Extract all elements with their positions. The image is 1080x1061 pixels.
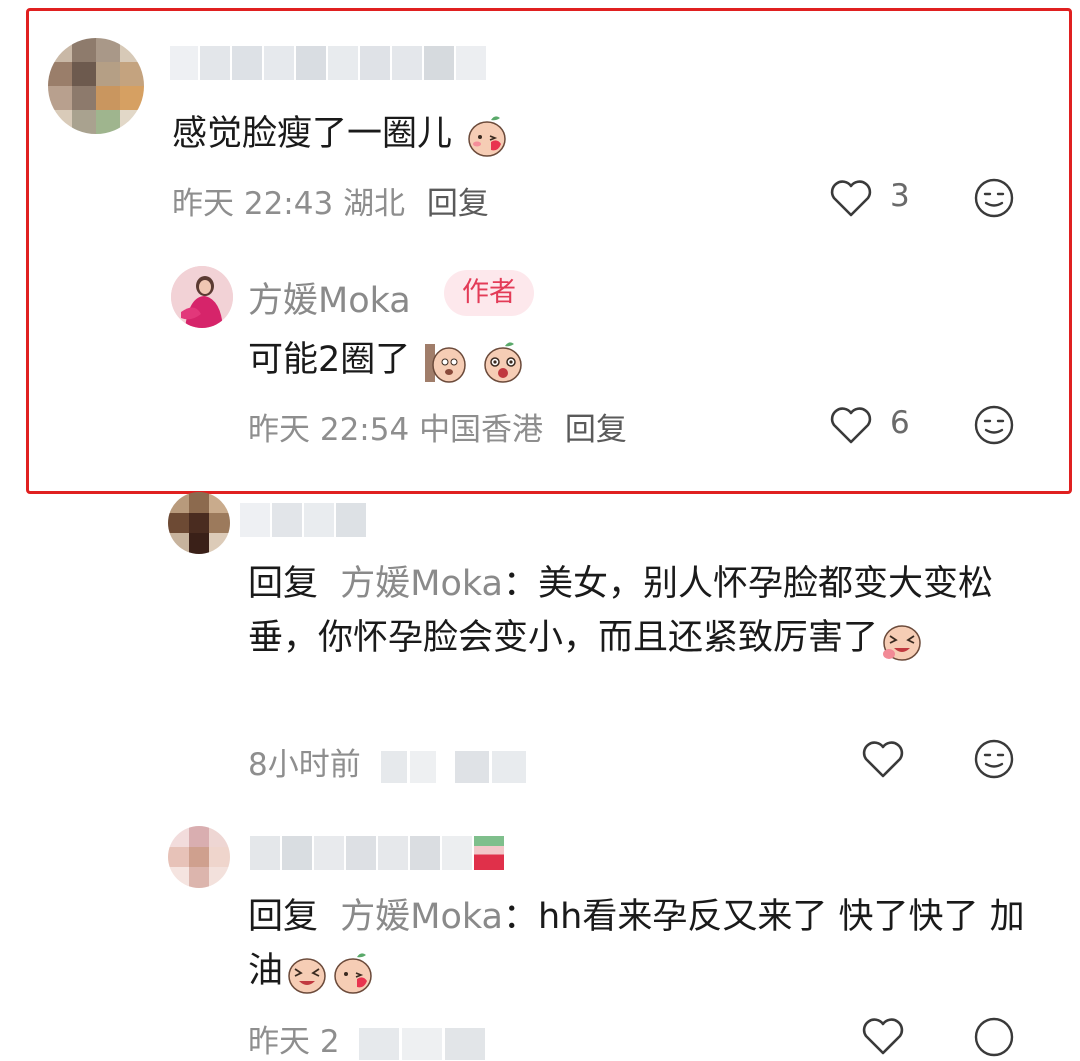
author-reply-meta: 昨天 22:54 中国香港 回复 bbox=[248, 412, 627, 448]
reply-target-name[interactable]: 方媛Moka bbox=[340, 897, 503, 937]
reply-target-name[interactable]: 方媛Moka bbox=[340, 564, 503, 604]
laughing-sticker-icon bbox=[883, 625, 921, 661]
emoji-face-icon[interactable] bbox=[973, 1016, 1015, 1058]
comment-text: 感觉脸瘦了一圈儿 bbox=[172, 112, 509, 158]
reply-meta: 8小时前 bbox=[248, 739, 527, 784]
reply-text: 回复 方媛Moka：hh看来孕反又来了 快了快了 加油 bbox=[248, 890, 1028, 998]
meta-blurred bbox=[359, 1027, 486, 1060]
author-badge: 作者 bbox=[444, 270, 534, 316]
reply-blurred bbox=[455, 750, 527, 783]
reply-button[interactable]: 回复 bbox=[427, 186, 489, 222]
comment-meta: 昨天 22:43 湖北 回复 bbox=[172, 186, 489, 222]
heart-outline-icon[interactable] bbox=[829, 405, 873, 445]
author-avatar[interactable] bbox=[171, 266, 233, 328]
username-blurred[interactable] bbox=[170, 46, 486, 80]
reply-meta: 昨天 2 bbox=[248, 1016, 486, 1061]
author-name[interactable]: 方媛Moka bbox=[248, 272, 411, 323]
heart-outline-icon[interactable] bbox=[829, 178, 873, 218]
username-blurred[interactable] bbox=[240, 503, 366, 537]
emoji-face-icon[interactable] bbox=[973, 404, 1015, 446]
username-blurred[interactable] bbox=[250, 836, 504, 870]
emoji-face-icon[interactable] bbox=[973, 738, 1015, 780]
laughing-sticker-icon bbox=[288, 958, 326, 994]
blush-sticker-icon bbox=[468, 116, 506, 157]
avatar[interactable] bbox=[168, 826, 230, 888]
location-blurred bbox=[380, 750, 436, 783]
shy-sticker-icon bbox=[425, 344, 467, 383]
surprised-sticker-icon bbox=[483, 342, 522, 383]
like-count: 6 bbox=[890, 405, 910, 441]
emoji-face-icon[interactable] bbox=[973, 177, 1015, 219]
like-count: 3 bbox=[890, 178, 910, 214]
author-reply-text: 可能2圈了 bbox=[248, 338, 525, 384]
reply-text: 回复 方媛Moka：美女，别人怀孕脸都变大变松垂，你怀孕脸会变小，而且还紧致厉害… bbox=[248, 557, 1028, 665]
avatar[interactable] bbox=[48, 38, 144, 134]
reply-button[interactable]: 回复 bbox=[565, 412, 627, 448]
heart-outline-icon[interactable] bbox=[861, 739, 905, 779]
heart-outline-icon[interactable] bbox=[861, 1016, 905, 1056]
blush-sticker-icon bbox=[334, 953, 372, 994]
avatar[interactable] bbox=[168, 492, 230, 554]
